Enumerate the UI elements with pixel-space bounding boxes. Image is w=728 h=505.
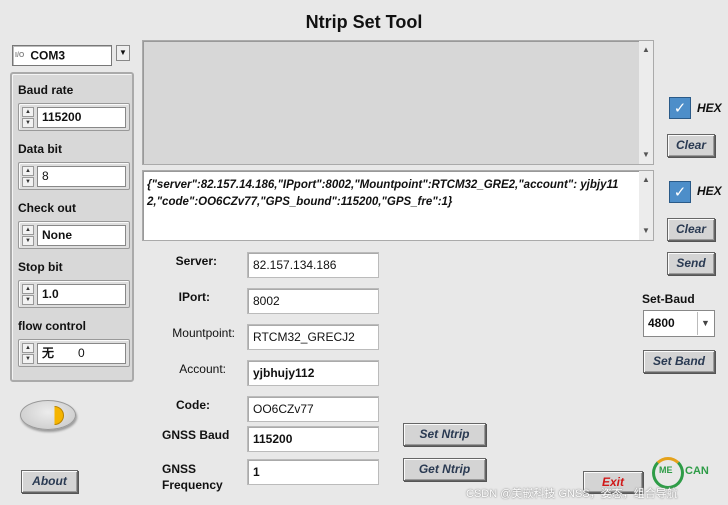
app-title: Ntrip Set Tool: [305, 12, 423, 32]
spin-up-icon[interactable]: ▲: [22, 225, 34, 235]
spin-down-icon[interactable]: ▼: [22, 236, 34, 246]
get-ntrip-button[interactable]: Get Ntrip: [403, 458, 486, 481]
receive-textarea[interactable]: ▲ ▼: [142, 40, 654, 165]
baud-rate-spinner[interactable]: ▲ ▼: [22, 107, 34, 128]
send-hex-checkbox[interactable]: ✓: [669, 181, 691, 203]
spin-up-icon[interactable]: ▲: [22, 107, 34, 117]
receive-scrollbar[interactable]: ▲ ▼: [639, 41, 653, 164]
gnss-baud-field[interactable]: 115200: [247, 426, 379, 452]
set-ntrip-button[interactable]: Set Ntrip: [403, 423, 486, 446]
com-port-value: COM3: [30, 48, 66, 63]
serial-settings-panel: Baud rate ▲ ▼ 115200 Data bit ▲ ▼ 8 Check …: [10, 72, 134, 382]
gnss-frequency-field[interactable]: 1: [247, 459, 379, 485]
status-led-icon: [54, 406, 64, 425]
code-field[interactable]: OO6CZv77: [247, 396, 379, 422]
send-scrollbar[interactable]: ▲ ▼: [639, 171, 653, 240]
flow-control-value[interactable]: 无 0: [37, 343, 126, 364]
code-label: Code:: [176, 398, 210, 412]
spin-up-icon[interactable]: ▲: [22, 343, 34, 353]
account-label: Account:: [179, 362, 226, 376]
connection-toggle-button[interactable]: [20, 400, 76, 430]
send-textarea[interactable]: {"server":82.157.14.186,"IPport":8002,"M…: [142, 170, 654, 241]
receive-hex-label: HEX: [697, 101, 722, 115]
set-band-button[interactable]: Set Band: [643, 350, 715, 373]
baud-rate-control: ▲ ▼ 115200: [18, 103, 130, 131]
stop-bit-label: Stop bit: [18, 260, 63, 274]
io-icon: I/O: [15, 51, 25, 59]
scroll-up-icon[interactable]: ▲: [639, 43, 653, 57]
gnss-baud-label: GNSS Baud: [162, 428, 230, 442]
send-button[interactable]: Send: [667, 252, 715, 275]
spin-down-icon[interactable]: ▼: [22, 118, 34, 128]
flow-control-spinner[interactable]: ▲ ▼: [22, 343, 34, 364]
server-field[interactable]: 82.157.134.186: [247, 252, 379, 278]
flow-control-control: ▲ ▼ 无 0: [18, 339, 130, 367]
scroll-down-icon[interactable]: ▼: [639, 148, 653, 162]
spin-down-icon[interactable]: ▼: [22, 354, 34, 364]
server-label: Server:: [175, 254, 217, 268]
spin-down-icon[interactable]: ▼: [22, 177, 34, 187]
baud-rate-label: Baud rate: [18, 83, 74, 97]
logo-mark: ME: [659, 465, 673, 475]
check-out-control: ▲ ▼ None: [18, 221, 130, 249]
iport-label: IPort:: [178, 290, 210, 304]
mountpoint-field[interactable]: RTCM32_GRECJ2: [247, 324, 379, 350]
send-hex-label: HEX: [697, 184, 722, 198]
flow-control-label: flow control: [18, 319, 86, 333]
send-text-content: {"server":82.157.14.186,"IPport":8002,"M…: [147, 179, 619, 208]
check-out-value[interactable]: None: [37, 225, 126, 246]
data-bit-spinner[interactable]: ▲ ▼: [22, 166, 34, 187]
com-dropdown-arrow-icon[interactable]: ▼: [116, 45, 130, 61]
logo-text: CAN: [685, 465, 709, 477]
set-baud-label: Set-Baud: [642, 292, 695, 306]
account-field[interactable]: yjbhujy112: [247, 360, 379, 386]
data-bit-label: Data bit: [18, 142, 63, 156]
baud-rate-value[interactable]: 115200: [37, 107, 126, 128]
stop-bit-control: ▲ ▼ 1.0: [18, 280, 130, 308]
clear-send-button[interactable]: Clear: [667, 218, 715, 241]
data-bit-control: ▲ ▼ 8: [18, 162, 130, 190]
clear-receive-button[interactable]: Clear: [667, 134, 715, 157]
stop-bit-value[interactable]: 1.0: [37, 284, 126, 305]
check-out-label: Check out: [18, 201, 77, 215]
check-out-spinner[interactable]: ▲ ▼: [22, 225, 34, 246]
watermark-text: CSDN @美嵌科技 GNSS，姿态，组合导航: [466, 488, 678, 500]
data-bit-value[interactable]: 8: [37, 166, 126, 187]
spin-up-icon[interactable]: ▲: [22, 284, 34, 294]
mountpoint-label: Mountpoint:: [172, 326, 235, 340]
spin-down-icon[interactable]: ▼: [22, 295, 34, 305]
scroll-down-icon[interactable]: ▼: [639, 224, 653, 238]
receive-hex-checkbox[interactable]: ✓: [669, 97, 691, 119]
ntrip-set-tool-window: { "title": "Ntrip Set Tool", "com_port":…: [0, 0, 728, 505]
com-port-select[interactable]: I/O COM3: [12, 45, 112, 66]
scroll-up-icon[interactable]: ▲: [639, 173, 653, 187]
spin-up-icon[interactable]: ▲: [22, 166, 34, 176]
iport-field[interactable]: 8002: [247, 288, 379, 314]
flow-control-number: 0: [78, 346, 85, 360]
stop-bit-spinner[interactable]: ▲ ▼: [22, 284, 34, 305]
gnss-frequency-label: GNSS Frequency: [162, 462, 223, 492]
flow-control-mode: 无: [42, 346, 55, 360]
about-button[interactable]: About: [21, 470, 78, 493]
set-baud-select[interactable]: 4800 ▼: [643, 310, 715, 337]
chevron-down-icon[interactable]: ▼: [697, 312, 713, 335]
set-baud-value: 4800: [648, 316, 675, 330]
